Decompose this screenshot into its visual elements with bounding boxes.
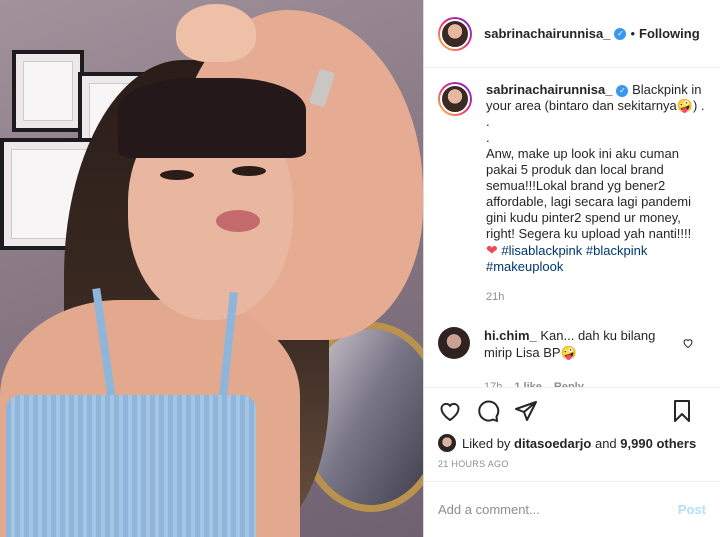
share-icon[interactable]	[514, 399, 538, 423]
comment-like-icon[interactable]	[682, 337, 694, 352]
eye	[232, 166, 266, 176]
liker-avatar[interactable]	[438, 434, 456, 452]
post-caption: sabrinachairunnisa_ ✓ Blackpink in your a…	[438, 82, 706, 275]
hashtag-link[interactable]: #lisablackpink	[501, 243, 582, 258]
profile-avatar[interactable]	[438, 16, 472, 51]
comment-icon[interactable]	[476, 399, 500, 423]
comment-meta: 17h 1 like Reply	[484, 379, 684, 387]
eye	[160, 170, 194, 180]
header-separator: •	[630, 26, 636, 41]
add-comment-bar: Post	[424, 481, 720, 537]
wall-frame	[12, 50, 84, 132]
comment-likes[interactable]: 1 like	[514, 379, 542, 387]
caption-dot: .	[486, 130, 490, 145]
reply-button[interactable]: Reply	[554, 379, 584, 387]
likes-and: and	[594, 435, 617, 451]
caption-dot: .	[486, 114, 490, 129]
comment-body: hi.chim_ Kan... dah ku bilang mirip Lisa…	[484, 327, 684, 387]
likes-prefix: Liked by	[462, 435, 511, 451]
comment-item: hi.chim_ Kan... dah ku bilang mirip Lisa…	[438, 327, 706, 387]
likes-others[interactable]: 9,990 others	[620, 436, 696, 451]
blue-top	[6, 395, 256, 537]
like-icon[interactable]	[438, 399, 462, 423]
caption-username[interactable]: sabrinachairunnisa_	[486, 82, 612, 97]
caption-time[interactable]: 21h	[486, 291, 706, 303]
verified-icon: ✓	[614, 27, 627, 40]
hand	[176, 4, 256, 62]
post-timestamp[interactable]: 21 HOURS AGO	[424, 453, 720, 481]
commenter-username[interactable]: hi.chim_	[484, 328, 537, 343]
caption-text: sabrinachairunnisa_ ✓ Blackpink in your a…	[486, 82, 706, 275]
comment-time[interactable]: 17h	[484, 379, 502, 387]
likes-summary: Liked by ditasoedarjo and 9,990 others	[424, 433, 720, 453]
bookmark-icon[interactable]	[670, 399, 694, 423]
post-comment-button[interactable]: Post	[678, 502, 706, 517]
commenter-avatar[interactable]	[438, 327, 470, 359]
liker-username[interactable]: ditasoedarjo	[514, 436, 591, 451]
action-bar	[424, 387, 720, 433]
post-sidebar: sabrinachairunnisa_ ✓ • Following sabrin…	[423, 0, 720, 537]
heart-emoji: ❤	[486, 242, 498, 258]
verified-icon: ✓	[616, 84, 629, 97]
caption-body: Anw, make up look ini aku cuman pakai 5 …	[486, 146, 692, 241]
hair-bangs	[118, 78, 306, 158]
caption-avatar[interactable]	[438, 82, 472, 116]
post-header: sabrinachairunnisa_ ✓ • Following	[424, 0, 720, 68]
header-username[interactable]: sabrinachairunnisa_	[484, 26, 610, 41]
comments-section[interactable]: sabrinachairunnisa_ ✓ Blackpink in your a…	[424, 68, 720, 387]
add-comment-input[interactable]	[438, 502, 658, 517]
hashtag-link[interactable]: #blackpink	[586, 243, 647, 258]
instagram-post: sabrinachairunnisa_ ✓ • Following sabrin…	[0, 0, 720, 537]
lips	[216, 210, 260, 232]
post-photo[interactable]	[0, 0, 423, 537]
hashtag-link[interactable]: #makeuplook	[486, 259, 563, 274]
following-button[interactable]: Following	[639, 26, 700, 41]
